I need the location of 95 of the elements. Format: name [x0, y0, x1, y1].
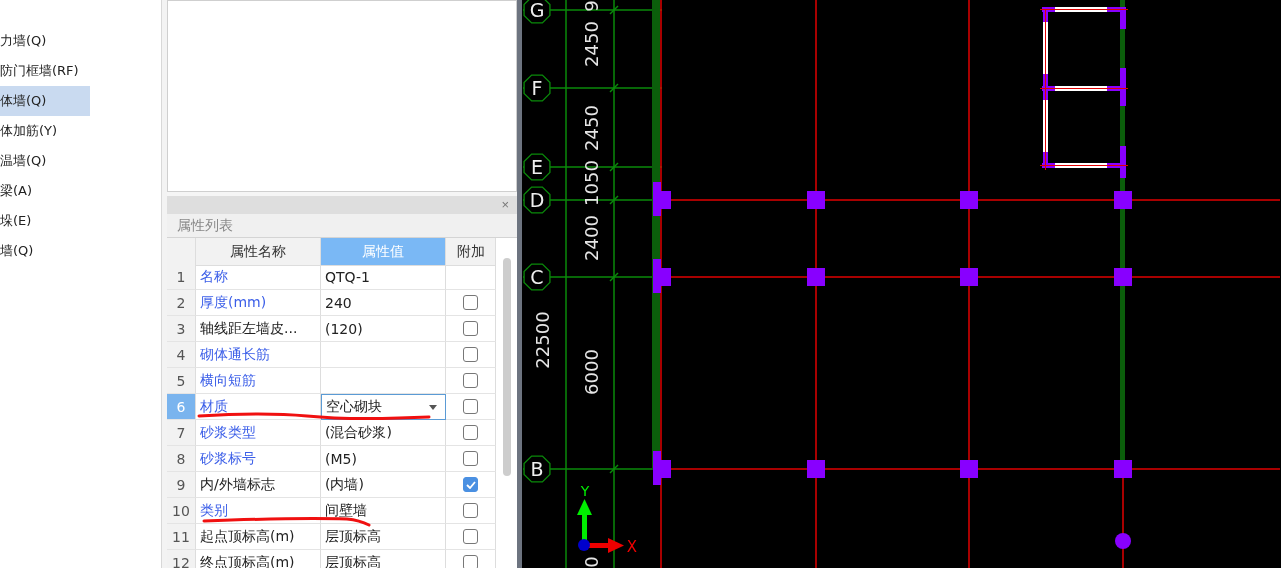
checkbox[interactable]: [463, 451, 478, 466]
checkbox[interactable]: [463, 321, 478, 336]
tree-item[interactable]: 垛(E): [0, 206, 161, 236]
axis-bubble: [523, 455, 551, 483]
checkbox[interactable]: [463, 555, 478, 568]
column-header[interactable]: 附加: [446, 238, 496, 266]
property-value: QTQ-1: [321, 264, 446, 290]
property-name: 横向短筋: [196, 368, 321, 394]
property-value: 240: [321, 290, 446, 316]
row-number[interactable]: 8: [167, 446, 196, 472]
row-number[interactable]: 9: [167, 472, 196, 498]
column: [1114, 460, 1132, 478]
property-value: (120): [321, 316, 446, 342]
dimension-text: 2450: [580, 105, 602, 151]
axis-x-label: X: [626, 538, 638, 556]
property-name: 类别: [196, 498, 321, 524]
property-value: 间壁墙: [321, 498, 446, 524]
property-name: 砌体通长筋: [196, 342, 321, 368]
property-value: (M5): [321, 446, 446, 472]
property-value: (混合砂浆): [321, 420, 446, 446]
row-number[interactable]: 3: [167, 316, 196, 342]
row-number[interactable]: 1: [167, 264, 196, 290]
checkbox[interactable]: [463, 477, 478, 492]
dimension-text: 1050: [580, 160, 602, 206]
axis-bubble: [523, 0, 551, 24]
tree-item[interactable]: 体加筋(Y): [0, 116, 161, 146]
column: [960, 268, 978, 286]
column: [807, 268, 825, 286]
property-name: 砂浆类型: [196, 420, 321, 446]
column: [653, 451, 671, 485]
column: [1115, 533, 1131, 549]
property-name: 轴线距左墙皮...: [196, 316, 321, 342]
dimension-text: 9: [580, 0, 602, 12]
property-value: 层顶标高: [321, 524, 446, 550]
row-number[interactable]: 10: [167, 498, 196, 524]
column: [960, 460, 978, 478]
value-dropdown[interactable]: 空心砌块: [321, 394, 446, 420]
column: [807, 191, 825, 209]
checkbox[interactable]: [463, 529, 478, 544]
column: [653, 182, 671, 216]
coordinate-axes-drawing: [577, 499, 624, 553]
checkbox[interactable]: [463, 347, 478, 362]
dimension-text: 2450: [580, 21, 602, 67]
dimension-text: 22500: [531, 311, 553, 369]
tree-item[interactable]: 温墙(Q): [0, 146, 161, 176]
row-number[interactable]: 2: [167, 290, 196, 316]
row-number[interactable]: 5: [167, 368, 196, 394]
axis-bubble: [523, 153, 551, 181]
dimension-text: 0: [580, 556, 602, 568]
property-name: 厚度(mm): [196, 290, 321, 316]
dropdown-value: 空心砌块: [326, 398, 382, 416]
checkbox[interactable]: [463, 373, 478, 388]
tree-item[interactable]: 防门框墙(RF): [0, 56, 161, 86]
panel-title: 属性列表: [167, 214, 517, 238]
drawing-canvas[interactable]: G F E D C B 9 2450 2450 1050 2400 22500 6000 0 Y X: [522, 0, 1281, 568]
dimension-text: 6000: [580, 349, 602, 395]
checkbox[interactable]: [463, 503, 478, 518]
axis-bubble: [523, 186, 551, 214]
axis-label: D: [529, 189, 545, 211]
axis-label: F: [531, 77, 543, 99]
axis-y-label: Y: [580, 483, 590, 499]
row-number[interactable]: 12: [167, 550, 196, 568]
column: [1114, 191, 1132, 209]
axis-label: B: [530, 458, 544, 480]
property-name: 起点顶标高(m): [196, 524, 321, 550]
axis-bubble: [523, 263, 551, 291]
scrollbar-thumb[interactable]: [502, 258, 511, 476]
tree-item[interactable]: 墙(Q): [0, 236, 161, 266]
caret-icon: [429, 404, 437, 410]
axis-label: G: [529, 0, 545, 21]
column: [807, 460, 825, 478]
property-value: 层顶标高: [321, 550, 446, 568]
tree-item[interactable]: 体墙(Q): [0, 86, 90, 116]
column: [653, 259, 671, 293]
checkbox[interactable]: [463, 295, 478, 310]
checkbox[interactable]: [463, 425, 478, 440]
tree-item[interactable]: 梁(A): [0, 176, 161, 206]
close-button[interactable]: ×: [499, 198, 511, 212]
property-name: 砂浆标号: [196, 446, 321, 472]
axis-label: E: [531, 156, 543, 178]
row-number[interactable]: 4: [167, 342, 196, 368]
axis-bubble: [523, 74, 551, 102]
column: [960, 191, 978, 209]
property-name: 终点顶标高(m): [196, 550, 321, 568]
property-name: 内/外墙标志: [196, 472, 321, 498]
row-number[interactable]: 7: [167, 420, 196, 446]
dimension-text: 2400: [580, 215, 602, 261]
column-header[interactable]: 属性名称: [196, 238, 321, 266]
checkbox[interactable]: [463, 399, 478, 414]
property-value: (内墙): [321, 472, 446, 498]
row-number[interactable]: 11: [167, 524, 196, 550]
axis-label: C: [530, 266, 544, 288]
tree-item[interactable]: 力墙(Q): [0, 26, 161, 56]
property-name: 名称: [196, 264, 321, 290]
column: [1114, 268, 1132, 286]
